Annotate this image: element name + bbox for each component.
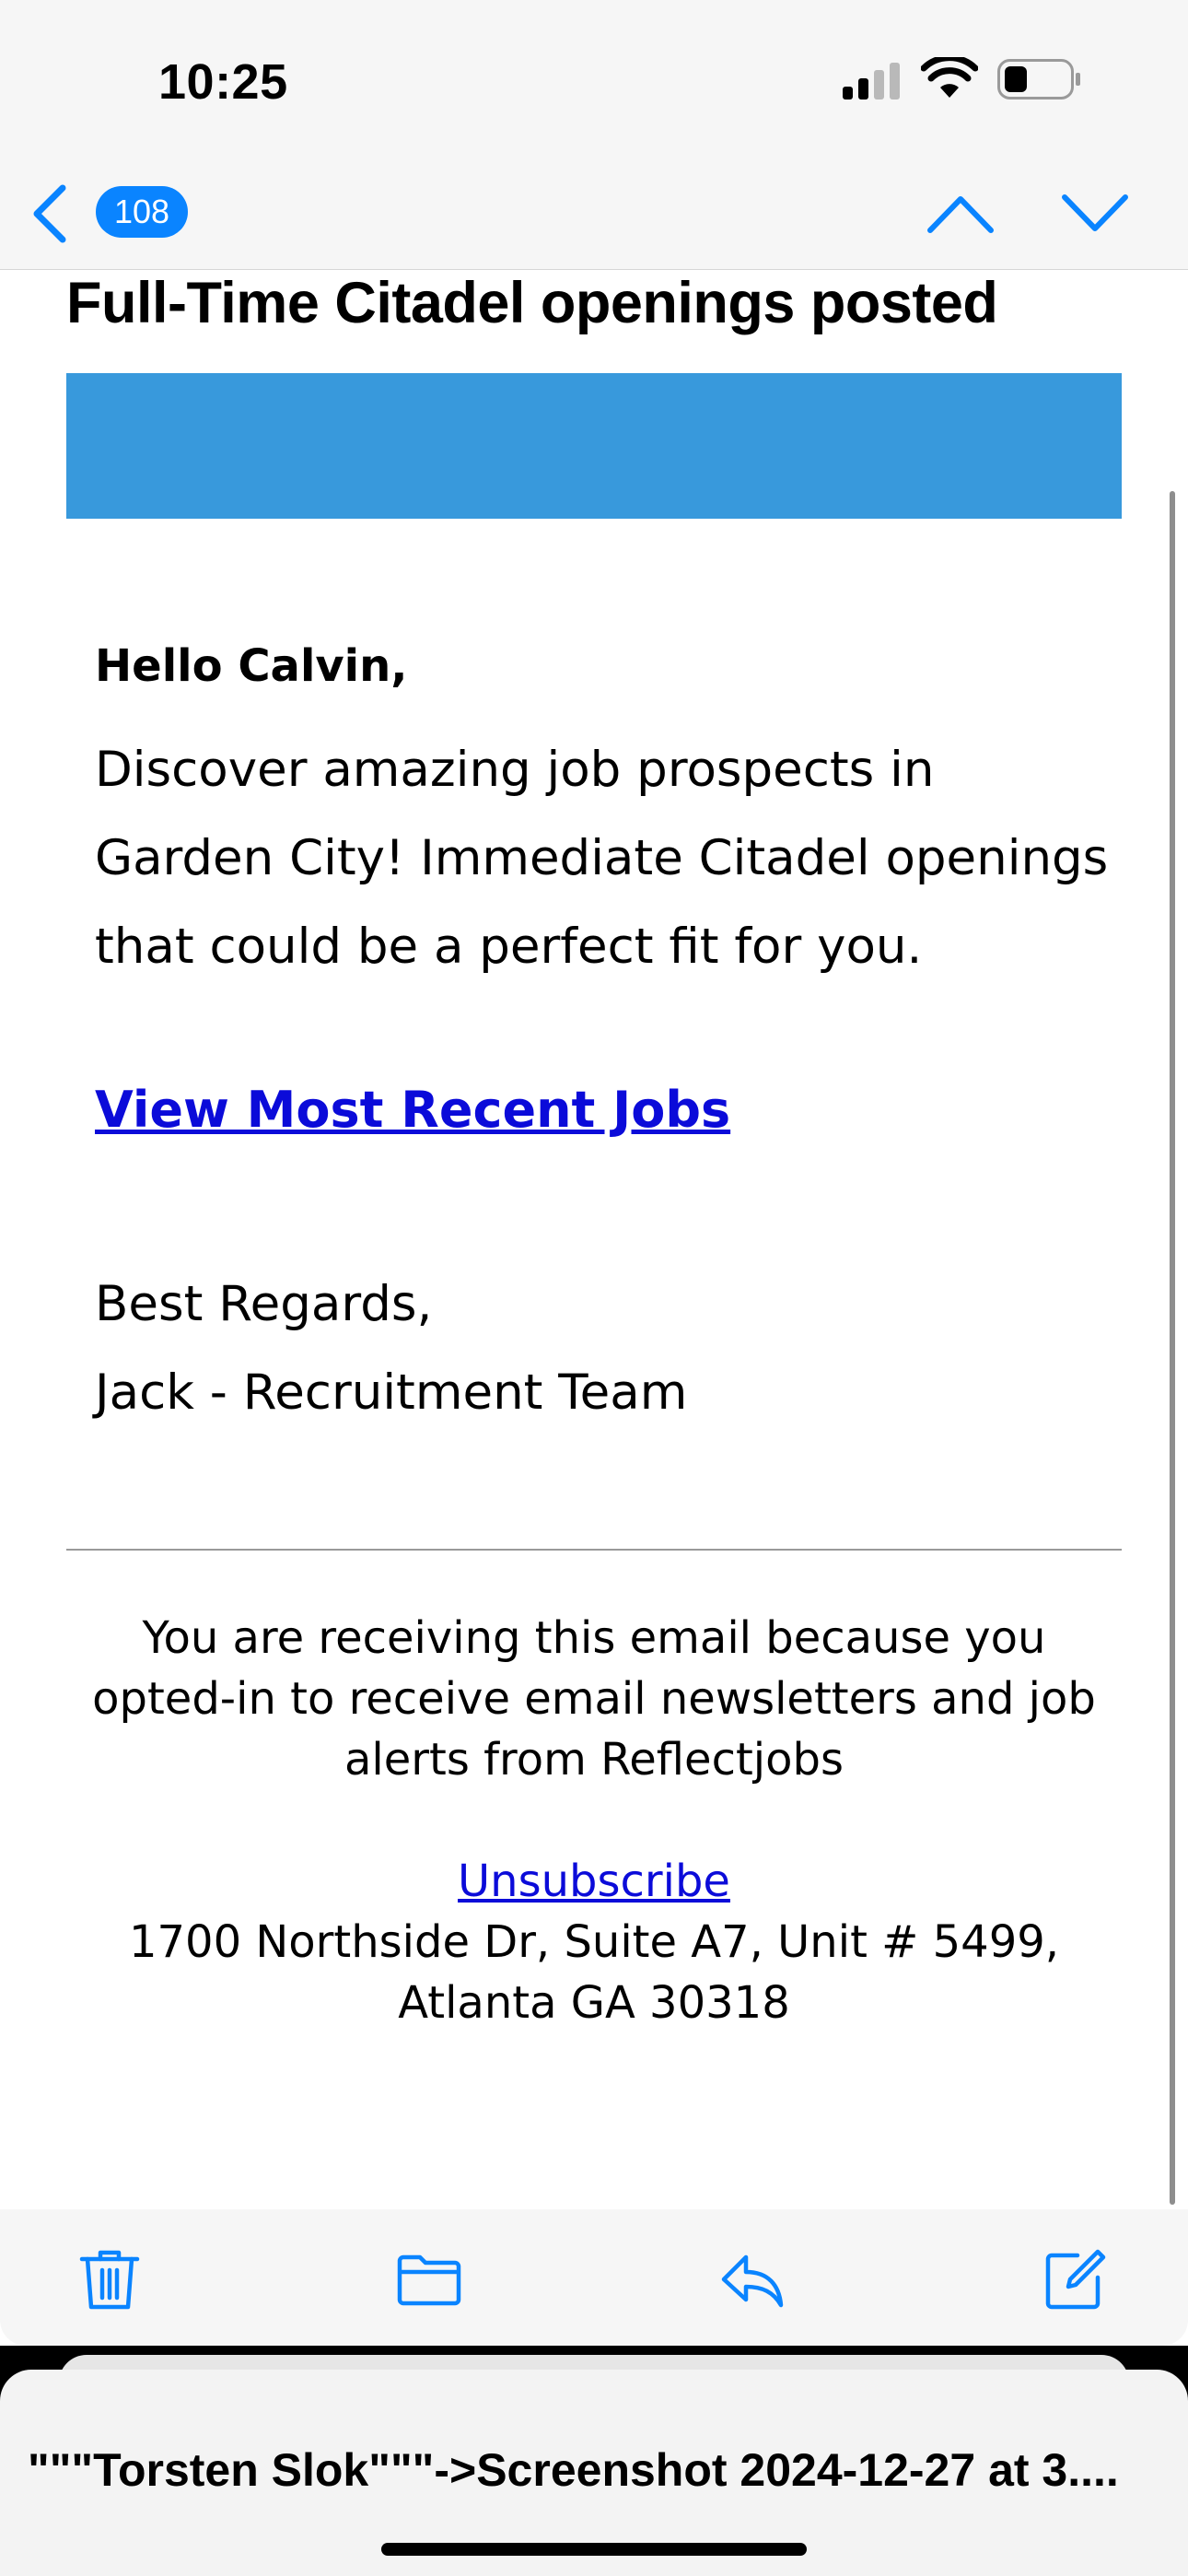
email-signoff: Best Regards,: [95, 1276, 433, 1332]
battery-icon: [997, 59, 1080, 100]
share-sheet[interactable]: """Torsten Slok"""->Screenshot 2024-12-2…: [0, 2370, 1188, 2576]
status-time: 10:25: [158, 54, 288, 110]
email-body[interactable]: Full-Time Citadel openings posted Hello …: [0, 270, 1188, 2209]
email-greeting: Hello Calvin,: [95, 640, 408, 692]
home-indicator[interactable]: [381, 2543, 807, 2556]
wifi-icon: [921, 57, 978, 98]
message-nav-bar: 108: [0, 157, 1188, 270]
intro-line: that could be a perfect fit for you.: [95, 919, 923, 975]
footer-line: alerts from Reflectjobs: [344, 1734, 844, 1786]
reply-icon[interactable]: [718, 2246, 785, 2313]
cellular-signal-icon: [843, 63, 900, 100]
email-footer: You are receiving this email because you…: [66, 1608, 1122, 2033]
folder-icon[interactable]: [396, 2246, 462, 2313]
intro-line: Garden City! Immediate Citadel openings: [95, 830, 1109, 886]
scrollbar[interactable]: [1170, 491, 1175, 2205]
email-signature: Jack - Recruitment Team: [95, 1364, 688, 1421]
mailbox-count-badge[interactable]: 108: [96, 186, 188, 238]
compose-icon[interactable]: [1041, 2246, 1107, 2313]
footer-line: You are receiving this email because you: [142, 1612, 1046, 1664]
email-header-banner: [66, 373, 1122, 519]
footer-line: opted-in to receive email newsletters an…: [92, 1673, 1096, 1725]
intro-line: Discover amazing job prospects in: [95, 742, 935, 798]
share-sheet-title: """Torsten Slok"""->Screenshot 2024-12-2…: [28, 2444, 1119, 2496]
email-intro: Discover amazing job prospects in Garden…: [95, 726, 1136, 991]
next-message-icon[interactable]: [1061, 192, 1129, 236]
address-line: Atlanta GA 30318: [398, 1977, 790, 2029]
footer-divider: [66, 1549, 1122, 1551]
trash-icon[interactable]: [76, 2246, 143, 2313]
bottom-toolbar: [0, 2209, 1188, 2346]
email-signoff-block: Best Regards, Jack - Recruitment Team: [95, 1260, 687, 1437]
email-subject: Full-Time Citadel openings posted: [66, 271, 998, 335]
status-bar: 10:25: [0, 0, 1188, 157]
back-chevron-icon[interactable]: [31, 184, 68, 243]
address-line: 1700 Northside Dr, Suite A7, Unit # 5499…: [128, 1916, 1060, 1968]
view-jobs-link[interactable]: View Most Recent Jobs: [95, 1081, 730, 1139]
unsubscribe-link[interactable]: Unsubscribe: [458, 1856, 730, 1907]
previous-message-icon[interactable]: [926, 192, 995, 236]
